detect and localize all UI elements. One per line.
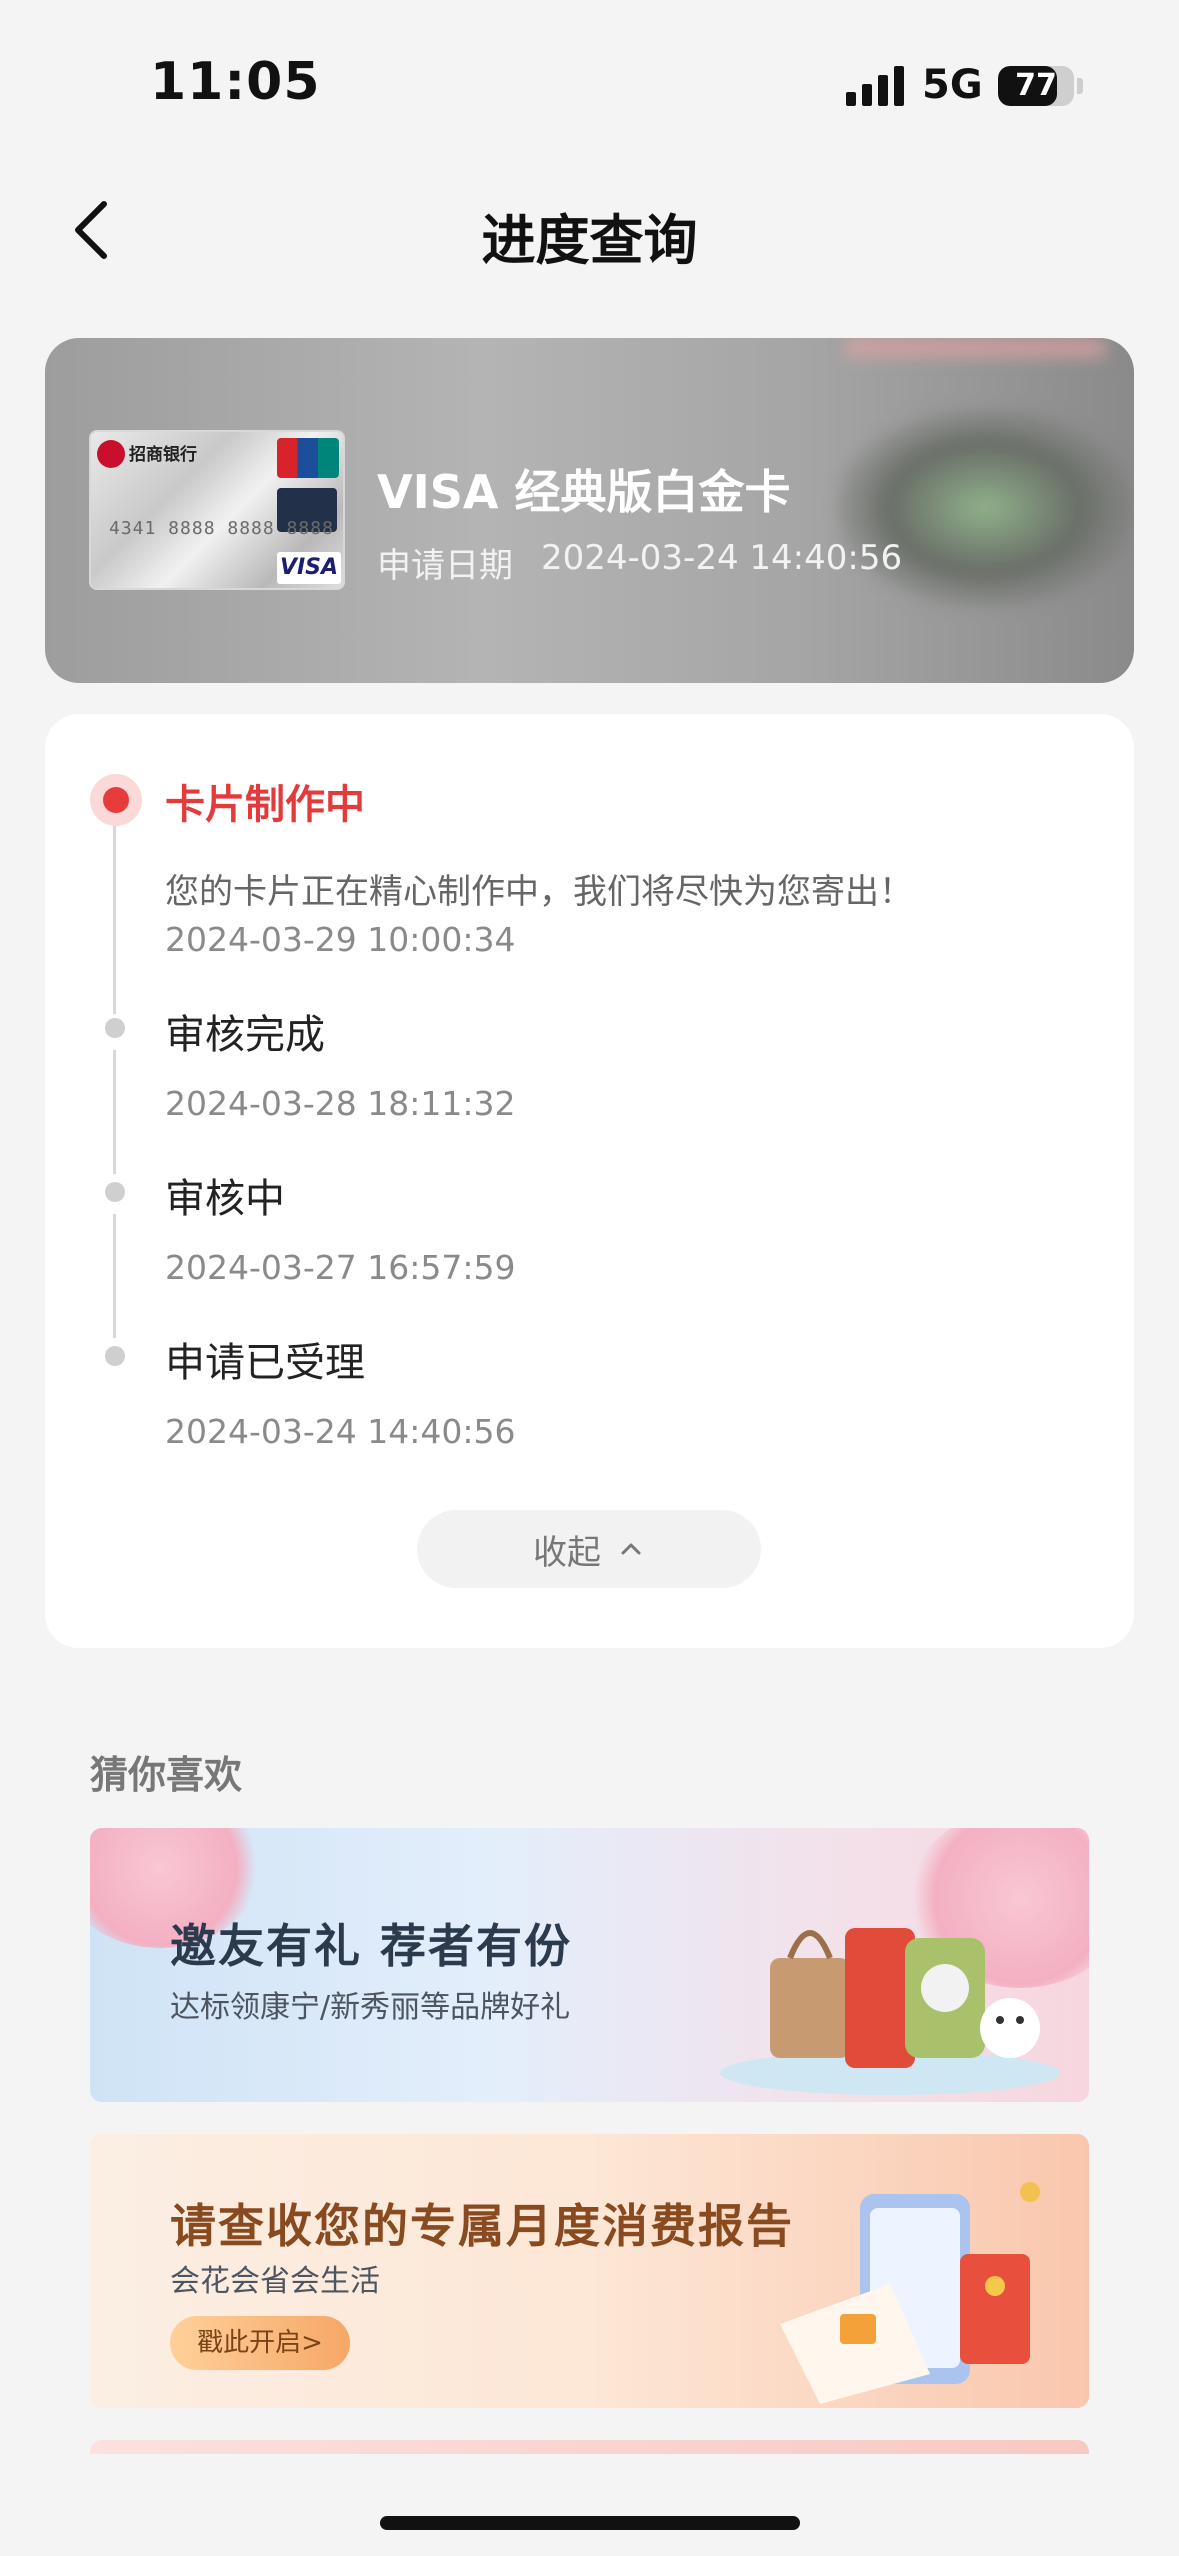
battery-level: 77 — [1015, 68, 1057, 103]
page-title: 进度查询 — [481, 209, 698, 272]
progress-timeline: 卡片制作中 您的卡片正在精心制作中，我们将尽快为您寄出！ 2024-03-29 … — [45, 714, 1134, 1648]
step-description: 您的卡片正在精心制作中，我们将尽快为您寄出！ — [165, 872, 913, 912]
status-time: 11:05 — [150, 52, 321, 112]
step-title: 申请已受理 — [165, 1340, 365, 1386]
card-bank-name: 招商银行 — [129, 445, 197, 465]
banner-subtitle: 会花会省会生活 — [170, 2264, 380, 2299]
card-number: 4341 8888 8888 8888 — [109, 518, 334, 539]
blurred-decoration — [845, 338, 1105, 358]
visa-logo: VISA — [277, 552, 341, 584]
collapse-label: 收起 — [533, 1532, 601, 1573]
step-time: 2024-03-27 16:57:59 — [165, 1248, 516, 1287]
collapse-button[interactable]: 收起 — [417, 1510, 761, 1588]
battery-cap — [1077, 78, 1083, 94]
card-name: VISA 经典版白金卡 — [377, 465, 791, 519]
gifts-illustration-icon — [720, 1928, 1060, 2095]
report-illustration-icon — [780, 2182, 1040, 2404]
timeline-line — [113, 1050, 116, 1174]
unionpay-logo-icon — [277, 438, 339, 478]
timeline-dot — [105, 1182, 125, 1202]
banner-subtitle: 达标领康宁/新秀丽等品牌好礼 — [170, 1990, 571, 2025]
battery-icon: 77 — [998, 66, 1074, 106]
nav-bar: 进度查询 — [0, 170, 1179, 290]
promo-banner-monthly-report[interactable]: 请查收您的专属月度消费报告 会花会省会生活 戳此开启> — [90, 2134, 1089, 2408]
promo-banner-partial[interactable] — [90, 2440, 1089, 2454]
step-title: 审核中 — [165, 1176, 285, 1222]
timeline-dot-active — [90, 774, 142, 826]
step-time: 2024-03-29 10:00:34 — [165, 920, 516, 959]
signal-icon — [846, 66, 904, 106]
card-summary: 招商银行 4341 8888 8888 8888 VISA VISA 经典版白金… — [45, 338, 1134, 683]
blurred-decoration — [835, 408, 1134, 608]
timeline-line — [113, 826, 116, 1014]
apply-date-value: 2024-03-24 14:40:56 — [541, 538, 903, 578]
apply-date-label: 申请日期 — [377, 546, 513, 586]
banner-title: 邀友有礼 荐者有份 — [170, 1919, 573, 1973]
home-indicator[interactable] — [380, 2516, 800, 2530]
step-title: 卡片制作中 — [165, 782, 365, 828]
promo-banner-referral[interactable]: 邀友有礼 荐者有份 达标领康宁/新秀丽等品牌好礼 — [90, 1828, 1089, 2102]
timeline-dot — [105, 1346, 125, 1366]
bank-logo-icon — [97, 440, 125, 468]
banner-title: 请查收您的专属月度消费报告 — [170, 2199, 794, 2253]
step-time: 2024-03-24 14:40:56 — [165, 1412, 516, 1451]
network-type: 5G — [922, 62, 983, 108]
timeline-line — [113, 1214, 116, 1338]
open-report-button[interactable]: 戳此开启> — [170, 2316, 350, 2370]
step-time: 2024-03-28 18:11:32 — [165, 1084, 516, 1123]
section-title: 猜你喜欢 — [90, 1753, 243, 1797]
step-title: 审核完成 — [165, 1012, 325, 1058]
chevron-up-icon — [621, 1543, 641, 1555]
timeline-dot — [105, 1018, 125, 1038]
status-bar: 11:05 5G 77 — [0, 0, 1179, 150]
credit-card-image: 招商银行 4341 8888 8888 8888 VISA — [89, 430, 345, 590]
